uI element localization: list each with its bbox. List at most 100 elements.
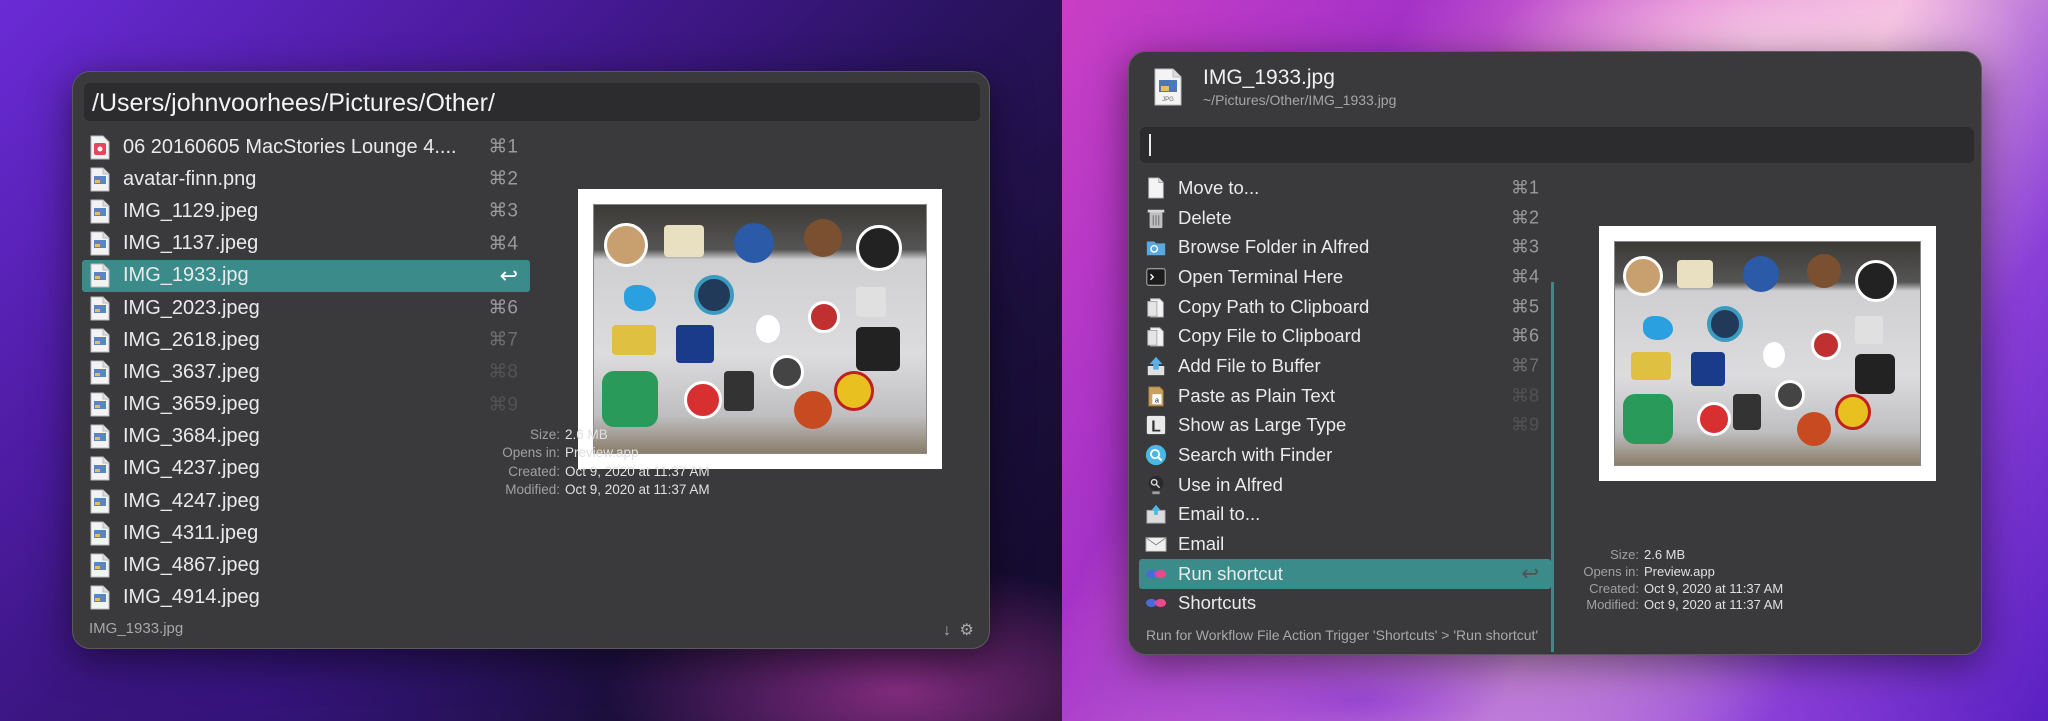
action-label: Use in Alfred: [1178, 473, 1283, 495]
action-row[interactable]: Copy File to Clipboard ⌘6: [1139, 321, 1551, 351]
action-label: Run shortcut: [1178, 562, 1283, 584]
clipboard-icon: [1144, 295, 1168, 319]
search-input[interactable]: /Users/johnvoorhees/Pictures/Other/: [84, 83, 980, 121]
result-label: IMG_1933.jpg: [123, 264, 249, 287]
desktop: /Users/johnvoorhees/Pictures/Other/ 06 2…: [0, 0, 2048, 721]
preview-photo: [593, 204, 927, 454]
size-value: 2.6 MB: [1644, 547, 1686, 562]
result-label: IMG_2023.jpeg: [123, 296, 260, 319]
opens-in-label: Opens in:: [1583, 563, 1639, 579]
image-file-icon: [90, 328, 110, 353]
result-row[interactable]: IMG_4311.jpeg: [82, 517, 530, 549]
action-row[interactable]: Shortcuts: [1139, 589, 1551, 619]
result-shortcut: ⌘1: [488, 136, 518, 158]
trash-icon: [1144, 206, 1168, 230]
file-metadata: Size: 2.6 MB Opens in: Preview.app Created…: [1539, 547, 1783, 614]
action-shortcut: ⌘4: [1510, 266, 1539, 287]
terminal-icon: [1144, 265, 1168, 289]
document-icon: [1144, 176, 1168, 200]
action-row-selected[interactable]: Run shortcut ↩: [1139, 558, 1551, 589]
result-row[interactable]: IMG_2023.jpeg ⌘6: [82, 292, 530, 324]
result-label: IMG_1137.jpeg: [123, 232, 259, 255]
action-row[interactable]: a Paste as Plain Text ⌘8: [1139, 381, 1551, 411]
action-row[interactable]: Move to... ⌘1: [1139, 173, 1551, 203]
action-row[interactable]: Email to...: [1139, 500, 1551, 530]
size-value: 2.6 MB: [565, 427, 608, 442]
envelope-icon: [1144, 532, 1168, 556]
result-row[interactable]: IMG_3659.jpeg ⌘9: [82, 389, 530, 421]
action-row[interactable]: Add File to Buffer ⌘7: [1139, 351, 1551, 381]
action-row[interactable]: Browse Folder in Alfred ⌘3: [1139, 232, 1551, 262]
action-label: Delete: [1178, 206, 1232, 228]
image-file-icon: [90, 231, 110, 256]
action-label: Move to...: [1178, 176, 1260, 198]
action-shortcut: ⌘8: [1510, 385, 1539, 406]
jpg-file-icon-label: JPG: [1162, 97, 1174, 103]
modified-value: Oct 9, 2020 at 11:37 AM: [1644, 597, 1784, 613]
clipboard-icon: [1144, 324, 1168, 348]
action-row[interactable]: Email: [1139, 529, 1551, 559]
result-row[interactable]: avatar-finn.png ⌘2: [82, 163, 530, 195]
selected-file-name: IMG_1933.jpg: [1203, 66, 1335, 89]
result-row-selected[interactable]: IMG_1933.jpg ↩: [82, 259, 530, 292]
image-file-icon: [90, 585, 110, 610]
result-row[interactable]: IMG_4914.jpeg: [82, 582, 530, 614]
action-label: Copy Path to Clipboard: [1178, 295, 1370, 317]
action-row[interactable]: Open Terminal Here ⌘4: [1139, 262, 1551, 292]
action-row[interactable]: Search with Finder: [1139, 440, 1551, 470]
footer-controls: ↓ ⚙: [943, 620, 974, 640]
image-preview: [1599, 226, 1936, 481]
gear-icon[interactable]: ⚙: [959, 622, 973, 639]
shortcuts-icon: [1144, 562, 1168, 586]
email-contact-icon: [1144, 502, 1168, 526]
action-row[interactable]: Copy Path to Clipboard ⌘5: [1139, 292, 1551, 322]
modified-label: Modified:: [505, 481, 560, 497]
sort-arrow-icon[interactable]: ↓: [943, 622, 951, 639]
result-shortcut: ⌘2: [488, 168, 518, 190]
result-shortcut: ⌘3: [488, 200, 518, 222]
action-filter-input[interactable]: [1140, 127, 1974, 163]
image-file-icon: [90, 296, 110, 321]
result-label: IMG_3659.jpeg: [123, 393, 260, 416]
audio-file-icon: [90, 135, 110, 160]
action-row[interactable]: Use in Alfred: [1139, 470, 1551, 500]
action-label: Open Terminal Here: [1178, 265, 1344, 287]
magnifier-icon: [1144, 443, 1168, 467]
action-shortcut: ⌘6: [1510, 325, 1539, 346]
result-row[interactable]: IMG_1129.jpeg ⌘3: [82, 195, 530, 227]
action-label: Shortcuts: [1178, 592, 1257, 614]
action-shortcut: ⌘3: [1510, 236, 1539, 257]
result-row[interactable]: 06 20160605 MacStories Lounge 4.... ⌘1: [82, 131, 530, 163]
image-file-icon: [90, 424, 110, 449]
action-label: Email: [1178, 533, 1225, 555]
action-shortcut: ⌘1: [1510, 177, 1539, 198]
result-row[interactable]: IMG_2618.jpeg ⌘7: [82, 324, 530, 356]
action-label: Paste as Plain Text: [1178, 384, 1335, 406]
created-label: Created:: [508, 463, 560, 479]
text-caret: [1149, 134, 1151, 156]
result-shortcut: ⌘8: [488, 361, 518, 383]
opens-in-label: Opens in:: [502, 445, 560, 461]
action-shortcut: ↩: [1521, 562, 1539, 586]
action-shortcut: ⌘5: [1510, 296, 1539, 317]
footer-filename: IMG_1933.jpg: [89, 620, 184, 637]
result-label: IMG_2618.jpeg: [123, 328, 260, 351]
shortcuts-icon: [1144, 591, 1168, 615]
result-row[interactable]: IMG_1137.jpeg ⌘4: [82, 228, 530, 260]
footer-action-description: Run for Workflow File Action Trigger 'Sh…: [1146, 627, 1539, 643]
image-file-icon: [90, 199, 110, 224]
actions-list: Move to... ⌘1 Delete ⌘2 Browse Folder in Alf…: [1139, 173, 1551, 618]
image-file-icon: [90, 263, 110, 288]
result-shortcut: ⌘7: [488, 329, 518, 351]
modified-label: Modified:: [1586, 597, 1639, 613]
result-row[interactable]: IMG_4867.jpeg: [82, 549, 530, 581]
action-label: Search with Finder: [1178, 444, 1333, 466]
image-file-icon: [90, 521, 110, 546]
selected-file-path: ~/Pictures/Other/IMG_1933.jpg: [1203, 92, 1397, 108]
action-label: Add File to Buffer: [1178, 354, 1321, 376]
action-row[interactable]: L Show as Large Type ⌘9: [1139, 411, 1551, 441]
image-file-icon: [90, 167, 110, 192]
action-label: Copy File to Clipboard: [1178, 325, 1362, 347]
action-row[interactable]: Delete ⌘2: [1139, 203, 1551, 233]
result-row[interactable]: IMG_3637.jpeg ⌘8: [82, 356, 530, 388]
